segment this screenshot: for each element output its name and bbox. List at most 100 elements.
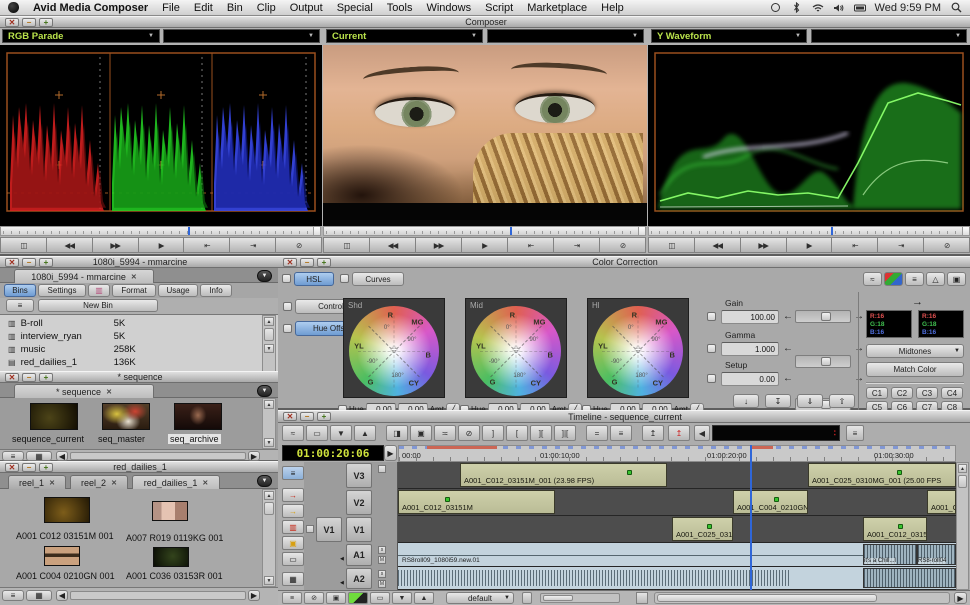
new-bin-button[interactable]: New Bin (38, 299, 158, 312)
fast-forward-button[interactable]: ▶▶ (93, 237, 139, 253)
tab-bins[interactable]: Bins (4, 284, 36, 297)
gamma-slider[interactable] (795, 355, 851, 368)
audio-clip[interactable]: RS8-roll04 (917, 544, 956, 565)
minimize-button[interactable]: − (22, 463, 36, 472)
cc-window-titlebar[interactable]: ✕ − + Color Correction (278, 256, 970, 268)
extract-splice-button[interactable]: ]|[ (554, 425, 576, 441)
play-button[interactable]: ▶ (462, 237, 508, 253)
audio-clip[interactable]: it's a Chill...l (863, 544, 917, 565)
setup-decrease-icon[interactable]: ← (783, 373, 793, 384)
tab-reel-1[interactable]: reel_1✕ (8, 475, 66, 489)
v3-monitor-box[interactable] (378, 465, 386, 473)
dailies-window-titlebar[interactable]: ✕ − + red_dailies_1 (0, 461, 278, 473)
dailies-menu-button[interactable]: ▼ (257, 475, 272, 487)
timeline-ruler[interactable] (398, 445, 956, 462)
no-marks-button[interactable]: ⊘ (458, 425, 480, 441)
timeline-zoom-in-button[interactable]: ▲ (354, 425, 376, 441)
slider-thumb[interactable] (821, 357, 831, 366)
slider-thumb[interactable] (821, 312, 831, 321)
next-edit-button[interactable]: ⇥ (878, 237, 924, 253)
match-color-swatch-target[interactable]: R:16 G:18 B:16 (918, 310, 964, 338)
clip-thumbnail-c036[interactable] (153, 547, 189, 567)
curves-enable-checkbox[interactable] (340, 274, 349, 283)
overwrite-button[interactable]: → (282, 504, 304, 518)
timeline-clip[interactable]: A001_C03 (927, 490, 956, 514)
cc-settings-button[interactable]: ≈ (863, 272, 882, 286)
menu-windows[interactable]: Windows (426, 2, 471, 14)
scroll-box-button[interactable] (636, 592, 648, 604)
record-track-v2[interactable]: V2 (346, 490, 372, 515)
monitor-selector-3[interactable]: Current▼ (326, 29, 483, 43)
clear-marks-button[interactable]: ⊘ (276, 237, 322, 253)
clip-label-selected[interactable]: seq_archive (168, 434, 221, 444)
next-edit-button[interactable]: ⇥ (554, 237, 600, 253)
scroll-right-button[interactable]: ▶ (954, 592, 967, 604)
client-monitor-button[interactable]: ▭ (370, 592, 390, 604)
minimize-button[interactable]: − (22, 18, 36, 27)
segment-mode-button[interactable]: = (586, 425, 608, 441)
clip-thumbnail-seq-archive[interactable] (174, 403, 222, 430)
clear-marks-button[interactable]: ⊘ (600, 237, 646, 253)
clip-label[interactable]: seq_master (98, 434, 145, 444)
timeline-hamburger-button[interactable]: ≡ (846, 425, 864, 441)
monitor-selector-4[interactable]: ▼ (487, 29, 644, 43)
menu-clip[interactable]: Clip (257, 2, 276, 14)
sequence-tab[interactable]: * sequence ✕ (14, 384, 154, 398)
record-track-v3[interactable]: V3 (346, 463, 372, 488)
timeline-clip[interactable]: A001_C004_0210GN_00 (733, 490, 808, 514)
menu-clock[interactable]: Wed 9:59 PM (875, 2, 941, 14)
a2-mute-button[interactable]: M (378, 580, 386, 588)
sequence-view-mode-button[interactable]: ▦ (26, 451, 52, 461)
source-track-v1[interactable]: V1 (316, 517, 342, 542)
timeline-clip[interactable]: A001_C012_03151M (863, 517, 927, 541)
scrollbar-thumb[interactable] (958, 475, 967, 488)
monitor-selector-5[interactable]: Y Waveform▼ (651, 29, 807, 43)
clip-thumbnail-c012[interactable] (44, 497, 90, 523)
mark-out-button[interactable]: ] (482, 425, 504, 441)
match-color-swatch-source[interactable]: R:16 G:18 B:16 (866, 310, 912, 338)
position-bar-end[interactable] (638, 227, 645, 235)
toggle-down-button[interactable]: ▼ (392, 592, 412, 604)
clip-thumbnail-sequence-current[interactable] (30, 403, 78, 430)
timeline-clip[interactable]: A001_C025_0310M0 (672, 517, 733, 541)
dailies-scrollbar[interactable]: ▲ ▼ (262, 489, 276, 587)
bin-window-titlebar[interactable]: ✕ − + 1080i_5994 - mmarcine (0, 256, 278, 268)
menu-special[interactable]: Special (337, 2, 373, 14)
cc-caution-button[interactable]: △ (926, 272, 945, 286)
clip-thumbnail-c004[interactable] (44, 546, 80, 566)
controls-checkbox[interactable] (283, 302, 292, 311)
zoom-button[interactable]: + (39, 18, 53, 27)
minimize-button[interactable]: − (300, 258, 314, 267)
close-icon[interactable]: ✕ (131, 273, 137, 281)
track-a1[interactable]: RS8roll09_1080i59.new.01 it's a Chill...… (398, 543, 956, 567)
timeline-fast-menu-button[interactable]: ≈ (282, 425, 304, 441)
volume-icon[interactable] (833, 2, 845, 13)
gamma-decrease-icon[interactable]: ← (783, 343, 793, 354)
close-icon[interactable]: ✕ (111, 479, 117, 487)
close-icon[interactable]: ✕ (202, 479, 208, 487)
tab-settings[interactable]: Settings (38, 284, 86, 297)
sync-status-icon[interactable] (770, 2, 782, 13)
close-button[interactable]: ✕ (283, 412, 297, 421)
gain-decrease-icon[interactable]: ← (783, 311, 793, 322)
previous-edit-button[interactable]: ⇤ (832, 237, 878, 253)
minimize-button[interactable]: − (300, 412, 314, 421)
rewind-button[interactable]: ◀◀ (370, 237, 416, 253)
scroll-down-icon[interactable]: ▼ (264, 576, 274, 585)
add-edit-button[interactable]: ▦ (282, 572, 304, 586)
audio-clip[interactable] (863, 568, 956, 588)
correction-bucket-c3[interactable]: C3 (916, 387, 938, 399)
menu-tools[interactable]: Tools (387, 2, 413, 14)
fast-forward-button[interactable]: ▶▶ (741, 237, 787, 253)
timeline-menu-button[interactable]: ≡ (282, 466, 304, 480)
clip-label[interactable]: A001 C012 03151M 001 (16, 531, 114, 541)
close-button[interactable]: ✕ (5, 373, 19, 382)
render-effect-button[interactable]: ▣ (410, 425, 432, 441)
audio-punch-in-button[interactable]: ↥ (642, 425, 664, 441)
scroll-up-icon[interactable]: ▲ (264, 400, 274, 409)
close-button[interactable]: ✕ (283, 258, 297, 267)
next-edit-button[interactable]: ⇥ (230, 237, 276, 253)
sequence-scrollbar[interactable]: ▲ ▼ (262, 398, 276, 449)
menu-marketplace[interactable]: Marketplace (527, 2, 587, 14)
scroll-left-button[interactable]: ◀ (56, 590, 68, 601)
